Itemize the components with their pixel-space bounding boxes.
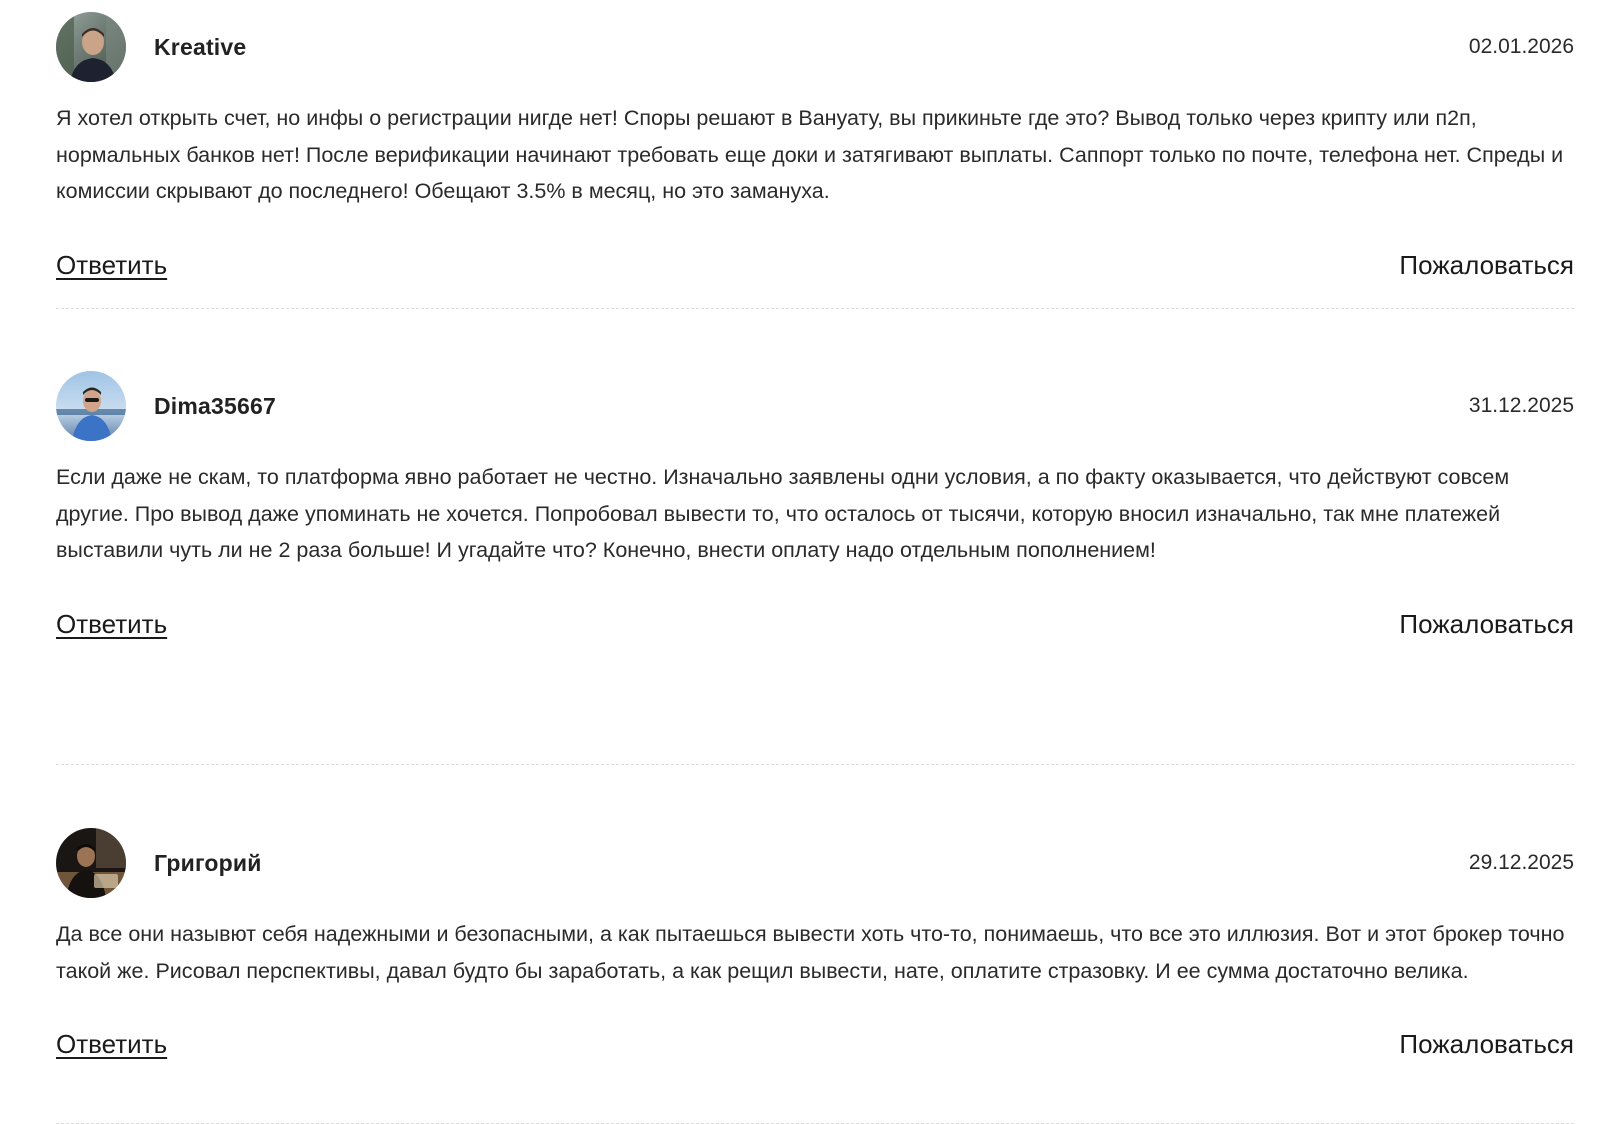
avatar[interactable] [56,12,126,82]
comment-author: Dima35667 [154,392,276,419]
comment-actions: Ответить Пожаловаться [56,1029,1574,1060]
avatar[interactable] [56,828,126,898]
comment-date: 02.01.2026 [1468,35,1574,58]
comment-actions: Ответить Пожаловаться [56,609,1574,640]
comment-item: Dima35667 31.12.2025 Если даже не скам, … [56,371,1574,765]
comment-header: Dima35667 31.12.2025 [56,371,1574,441]
comment-date: 29.12.2025 [1468,851,1574,874]
comment-item: Григорий 29.12.2025 Да все они назывют с… [56,828,1574,1124]
comment-text: Я хотел открыть счет, но инфы о регистра… [56,106,1564,203]
reply-link[interactable]: Ответить [56,1029,167,1060]
comment-author: Kreative [154,33,247,60]
avatar[interactable] [56,371,126,441]
comment-item: Kreative 02.01.2026 Я хотел открыть счет… [56,12,1574,309]
comment-text: Если даже не скам, то платформа явно раб… [56,465,1510,562]
report-link[interactable]: Пожаловаться [1399,609,1574,640]
report-link[interactable]: Пожаловаться [1399,250,1574,281]
comment-actions: Ответить Пожаловаться [56,250,1574,281]
reply-link[interactable]: Ответить [56,609,167,640]
comments-list: Kreative 02.01.2026 Я хотел открыть счет… [56,12,1574,1124]
comment-header: Kreative 02.01.2026 [56,12,1574,82]
comment-text: Да все они назывют себя надежными и безо… [56,922,1565,983]
report-link[interactable]: Пожаловаться [1399,1029,1574,1060]
comment-author: Григорий [154,849,262,876]
reply-link[interactable]: Ответить [56,250,167,281]
comment-header: Григорий 29.12.2025 [56,828,1574,898]
comment-date: 31.12.2025 [1468,394,1574,417]
